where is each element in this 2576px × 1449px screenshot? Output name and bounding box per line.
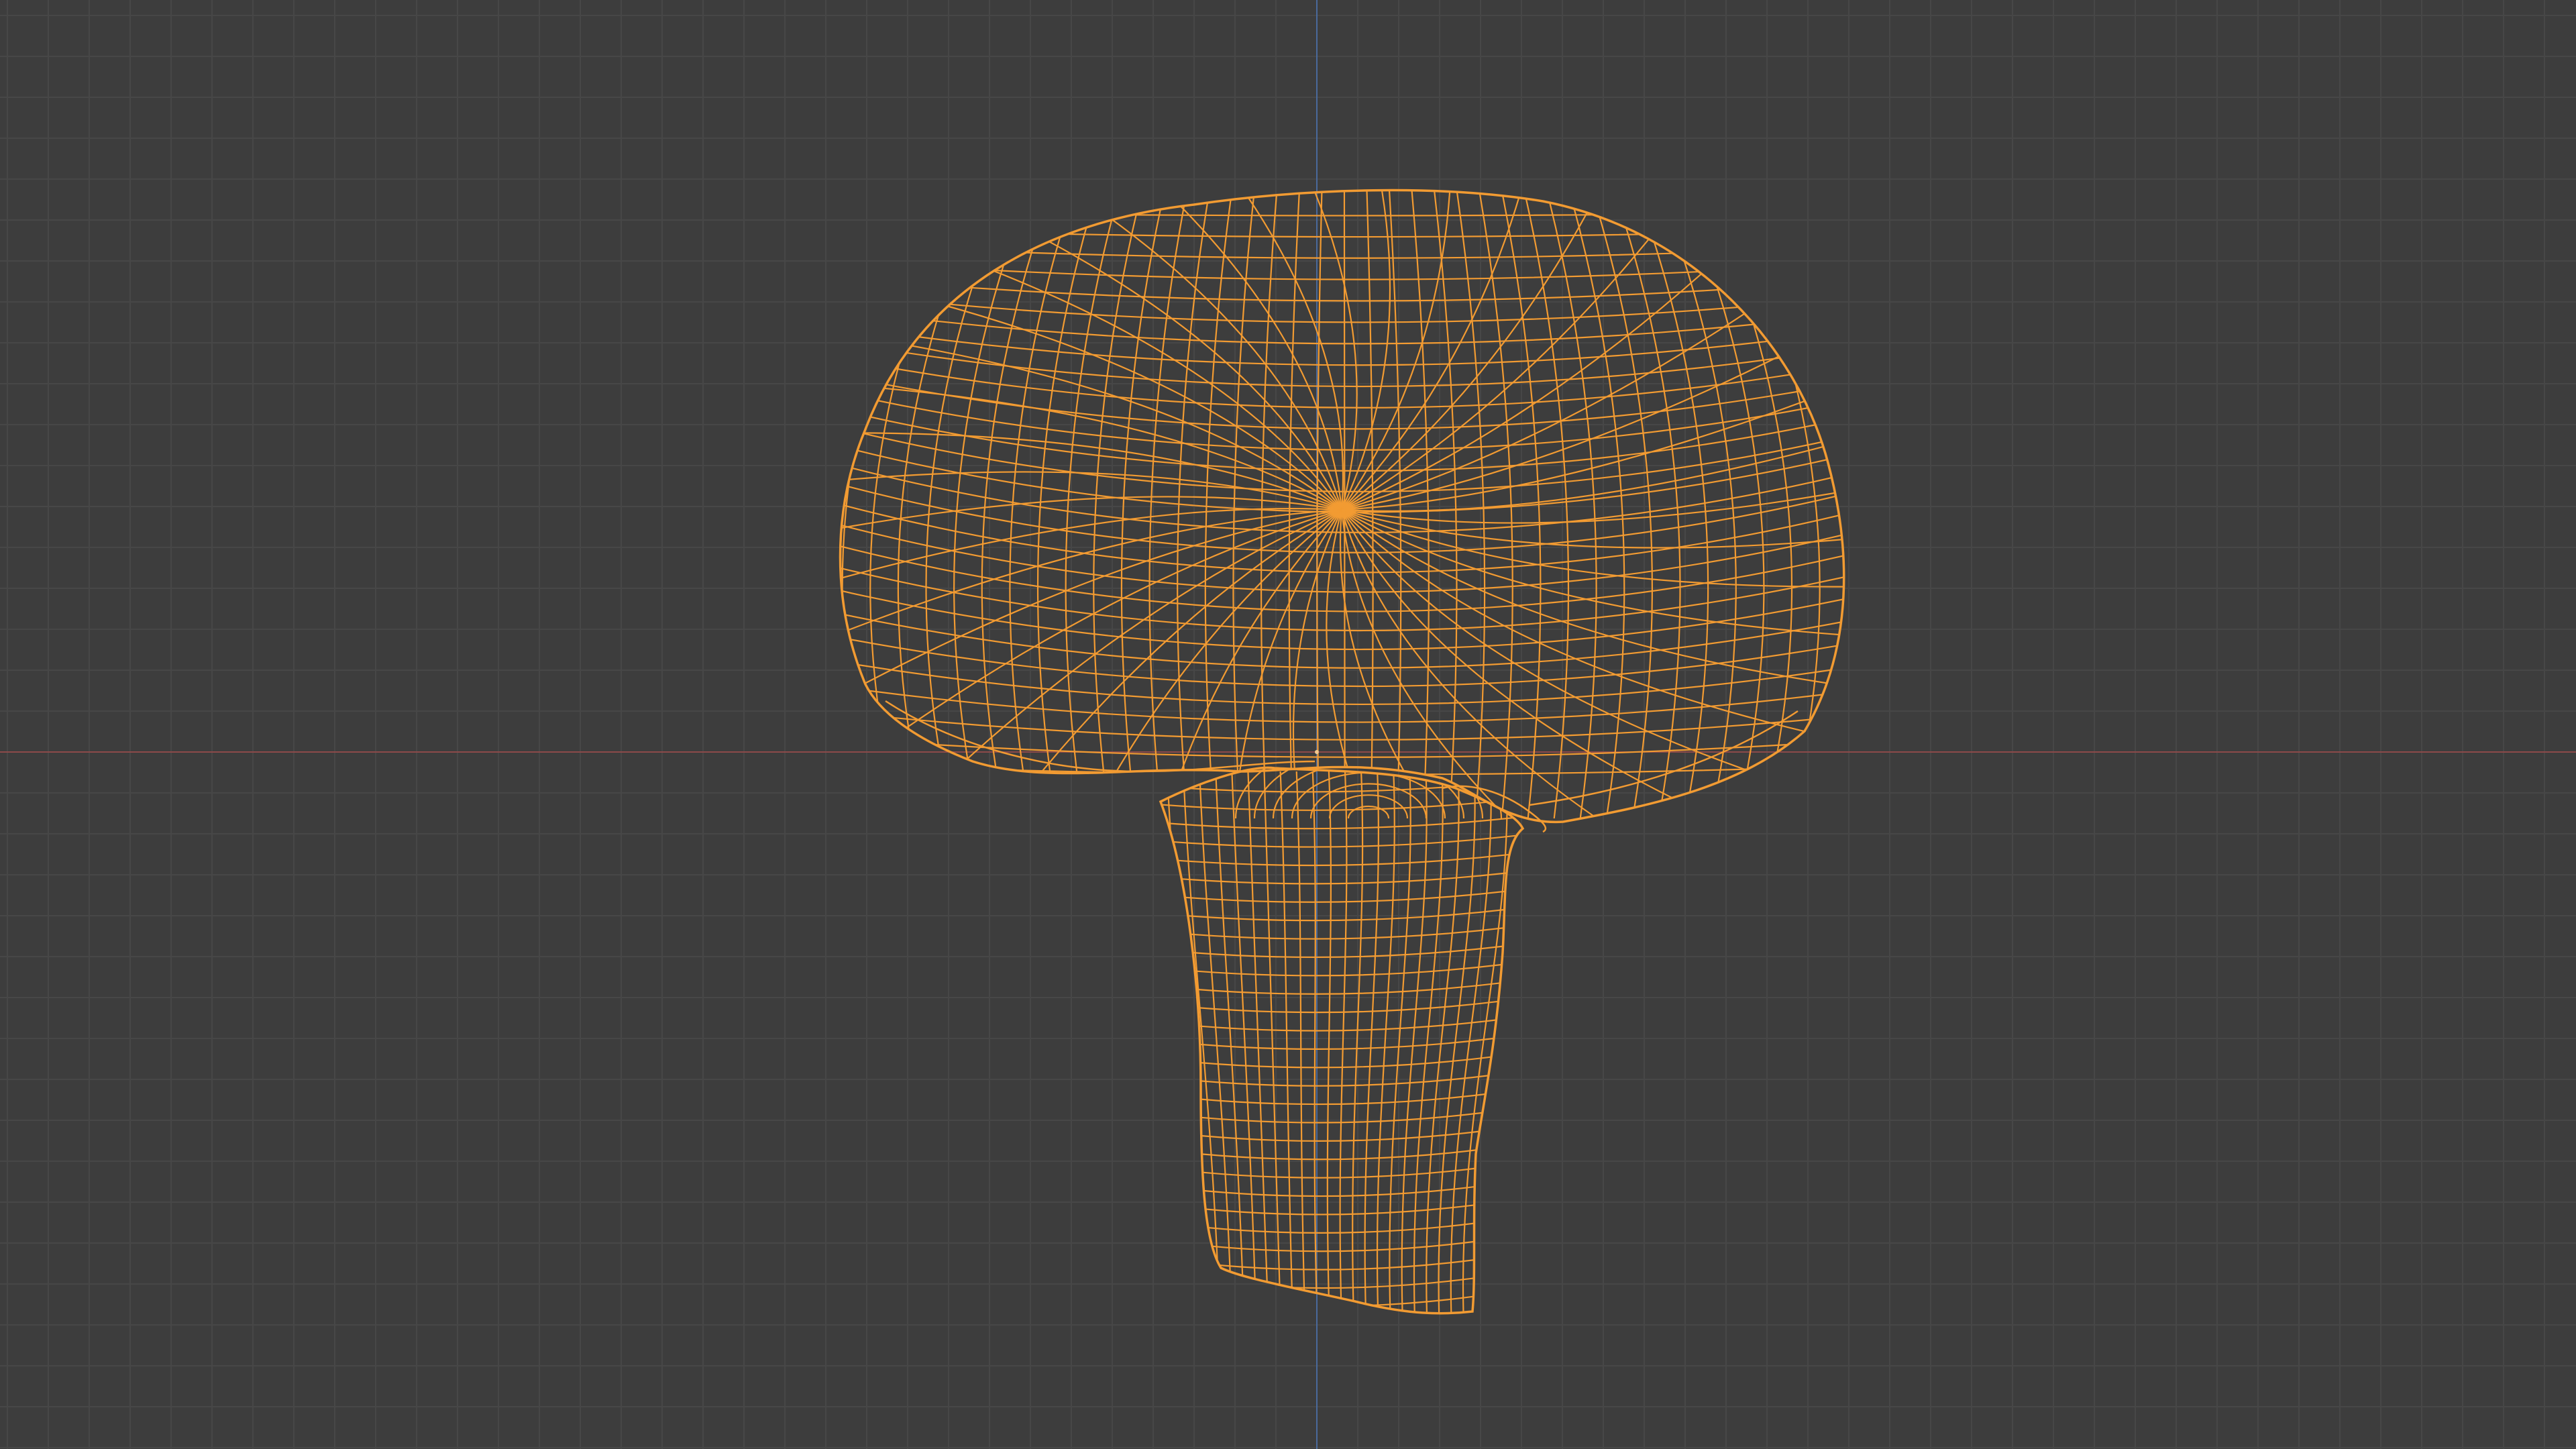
viewport-background bbox=[0, 0, 2576, 1449]
origin-point bbox=[1315, 750, 1319, 754]
viewport-canvas[interactable] bbox=[0, 0, 2576, 1449]
3d-viewport[interactable] bbox=[0, 0, 2576, 1449]
cap-vertical-line bbox=[1343, 190, 1346, 819]
